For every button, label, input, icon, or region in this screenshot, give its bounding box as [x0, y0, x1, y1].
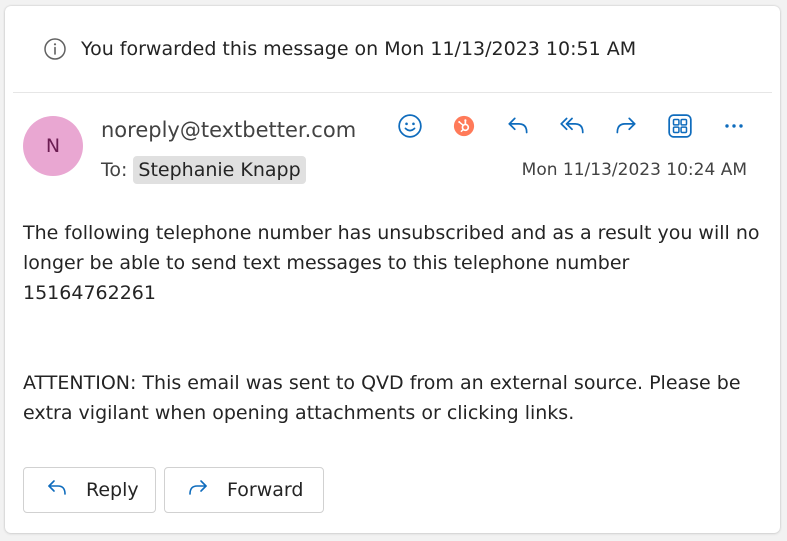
avatar-initial: N — [45, 135, 61, 157]
reply-icon — [44, 477, 70, 504]
message-actions — [394, 112, 750, 144]
hubspot-button[interactable] — [448, 112, 480, 144]
recipient-chip[interactable]: Stephanie Knapp — [133, 156, 306, 184]
reply-button[interactable] — [502, 112, 534, 144]
info-icon — [43, 37, 67, 61]
footer-forward-button[interactable]: Forward — [164, 467, 324, 513]
apps-icon — [667, 113, 693, 143]
footer-actions: Reply Forward — [23, 467, 324, 513]
footer-reply-label: Reply — [86, 479, 139, 501]
hubspot-icon — [453, 115, 475, 141]
forward-button[interactable] — [610, 112, 642, 144]
reply-all-icon — [558, 113, 586, 143]
recipients-row: To: Stephanie Knapp — [101, 154, 306, 186]
message-card: You forwarded this message on Mon 11/13/… — [5, 6, 780, 533]
forwarded-banner: You forwarded this message on Mon 11/13/… — [43, 34, 636, 64]
avatar[interactable]: N — [23, 116, 83, 176]
more-icon — [722, 114, 746, 142]
footer-forward-label: Forward — [227, 479, 304, 501]
forward-icon — [613, 113, 639, 143]
message-timestamp: Mon 11/13/2023 10:24 AM — [521, 160, 747, 180]
footer-reply-button[interactable]: Reply — [23, 467, 156, 513]
forwarded-banner-text: You forwarded this message on Mon 11/13/… — [81, 38, 637, 60]
to-label: To: — [101, 159, 128, 181]
emoji-reaction-button[interactable] — [394, 112, 426, 144]
body-paragraph: ATTENTION: This email was sent to QVD fr… — [23, 372, 741, 424]
more-actions-button[interactable] — [718, 112, 750, 144]
message-body: The following telephone number has unsub… — [23, 218, 763, 428]
emoji-icon — [397, 113, 423, 143]
reply-all-button[interactable] — [556, 112, 588, 144]
body-paragraph: The following telephone number has unsub… — [23, 222, 760, 304]
sender-address[interactable]: noreply@textbetter.com — [101, 118, 356, 142]
forward-icon — [185, 477, 211, 504]
reply-icon — [505, 113, 531, 143]
header-divider — [13, 92, 772, 93]
apps-button[interactable] — [664, 112, 696, 144]
